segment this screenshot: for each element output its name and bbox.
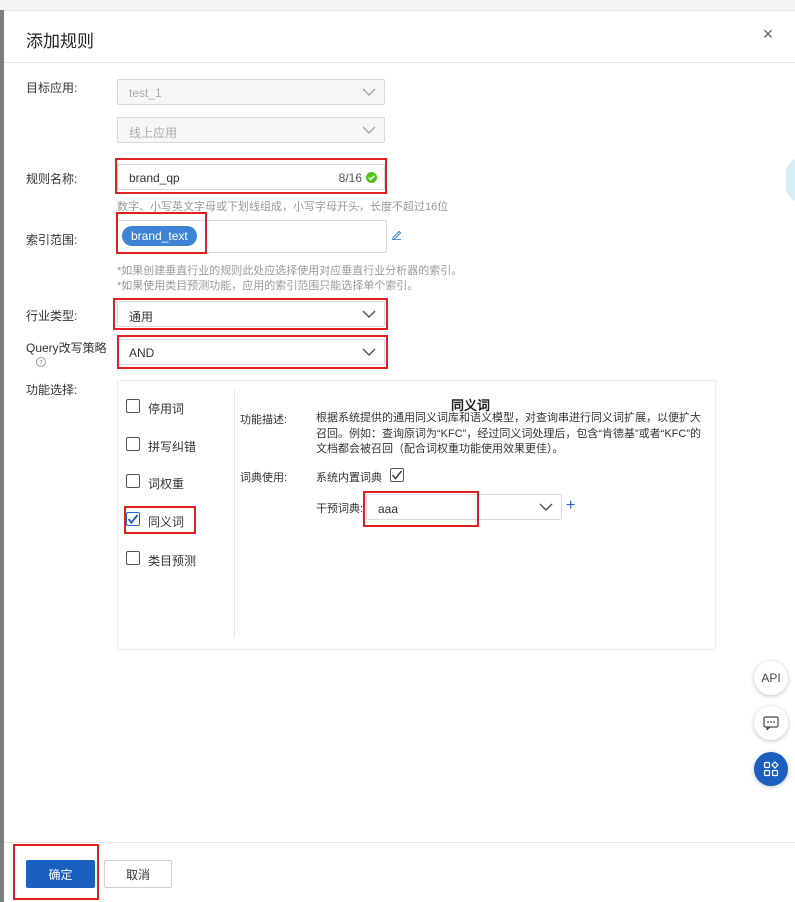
chevron-down-icon bbox=[362, 126, 376, 135]
industry-label: 行业类型: bbox=[26, 309, 78, 323]
feature-label-text: 同义词 bbox=[148, 515, 185, 529]
rule-name-input[interactable]: brand_qp 8/16 bbox=[117, 164, 385, 190]
rule-name-label: 规则名称: bbox=[26, 172, 78, 186]
industry-value: 通用 bbox=[129, 310, 154, 324]
feature-label: 功能选择: bbox=[26, 383, 78, 397]
feature-description: 根据系统提供的通用同义词库和语义模型，对查询串进行同义词扩展，以便扩大召回。例如… bbox=[316, 412, 701, 455]
add-dict-icon[interactable]: + bbox=[566, 497, 575, 515]
target-app-label: 目标应用: bbox=[26, 81, 78, 95]
checkbox[interactable] bbox=[126, 437, 140, 451]
intervene-dict-select[interactable]: aaa bbox=[366, 494, 562, 520]
builtin-dict-label: 系统内置词典 bbox=[316, 472, 382, 484]
confirm-button[interactable]: 确定 bbox=[26, 860, 95, 888]
desc-label: 功能描述: bbox=[240, 414, 288, 426]
chevron-down-icon bbox=[362, 310, 376, 319]
left-edge-bar bbox=[0, 10, 4, 902]
header-divider bbox=[4, 62, 795, 63]
industry-select[interactable]: 通用 bbox=[117, 301, 385, 327]
feature-label-text: 类目预测 bbox=[148, 554, 197, 568]
checkbox-checked[interactable] bbox=[126, 512, 140, 526]
rule-name-value: brand_qp bbox=[129, 171, 180, 185]
feature-label-text: 拼写纠错 bbox=[148, 440, 197, 454]
feature-panel-divider bbox=[234, 390, 235, 638]
chevron-down-icon bbox=[362, 88, 376, 97]
index-hint-2: *如果使用类目预测功能，应用的索引范围只能选择单个索引。 bbox=[117, 280, 419, 292]
intervene-dict-value: aaa bbox=[378, 502, 399, 516]
checkbox[interactable] bbox=[126, 399, 140, 413]
footer-divider bbox=[4, 842, 795, 843]
chat-icon[interactable] bbox=[754, 706, 788, 740]
check-icon bbox=[391, 470, 403, 480]
edit-icon[interactable] bbox=[391, 229, 402, 240]
dialog-title: 添加规则 bbox=[26, 32, 94, 51]
chevron-down-icon bbox=[362, 348, 376, 357]
app-env-select: 线上应用 bbox=[117, 117, 385, 143]
builtin-dict-checkbox[interactable] bbox=[390, 468, 404, 482]
dict-label: 词典使用: bbox=[240, 472, 288, 484]
chevron-down-icon bbox=[539, 503, 553, 512]
cancel-button[interactable]: 取消 bbox=[104, 860, 172, 888]
api-button[interactable]: API bbox=[754, 661, 788, 695]
target-app-select: test_1 bbox=[117, 79, 385, 105]
query-strategy-select[interactable]: AND bbox=[117, 339, 385, 365]
check-icon bbox=[127, 514, 139, 525]
query-strategy-label: Query改写策略 bbox=[26, 341, 107, 355]
feature-label-text: 词权重 bbox=[148, 477, 185, 491]
feature-label-text: 停用词 bbox=[148, 402, 185, 416]
index-range-label: 索引范围: bbox=[26, 233, 78, 247]
index-hint-1: *如果创建垂直行业的规则此处应选择使用对应垂直行业分析器的索引。 bbox=[117, 265, 463, 277]
intervene-dict-label: 干预词典: bbox=[316, 503, 364, 515]
close-icon[interactable]: × bbox=[760, 25, 776, 43]
apps-icon[interactable] bbox=[754, 752, 788, 786]
help-icon[interactable]: ? bbox=[36, 357, 46, 367]
check-circle-icon bbox=[366, 172, 377, 183]
checkbox[interactable] bbox=[126, 551, 140, 565]
app-env-value: 线上应用 bbox=[129, 126, 178, 140]
query-strategy-value: AND bbox=[129, 346, 155, 360]
rule-name-hint: 数字、小写英文字母或下划线组成，小写字母开头，长度不超过16位 bbox=[117, 201, 449, 213]
svg-text:?: ? bbox=[39, 359, 43, 367]
rule-name-counter: 8/16 bbox=[338, 171, 362, 185]
side-assistant-button[interactable] bbox=[786, 158, 795, 202]
checkbox[interactable] bbox=[126, 474, 140, 488]
top-bar bbox=[0, 0, 795, 11]
index-tag[interactable]: brand_text bbox=[122, 226, 197, 246]
target-app-value: test_1 bbox=[129, 86, 162, 100]
